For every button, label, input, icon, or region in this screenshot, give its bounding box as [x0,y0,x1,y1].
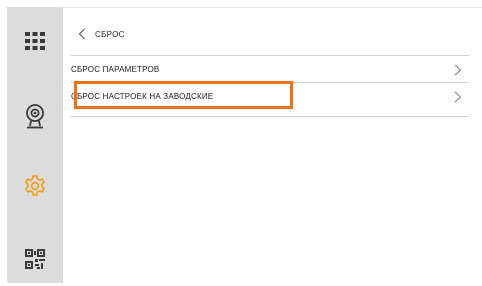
chevron-left-icon[interactable] [75,27,89,41]
sidebar [7,7,63,283]
menu-item-factory-reset[interactable]: СБРОС НАСТРОЕК НА ЗАВОДСКИЕ [70,82,469,110]
sidebar-item-camera[interactable] [7,93,63,141]
page-title: СБРОС [95,29,125,39]
sidebar-item-settings[interactable] [7,162,63,210]
grid-icon [25,32,45,50]
menu-item-label: СБРОС ПАРАМЕТРОВ [71,65,160,74]
back-navigation[interactable]: СБРОС [75,23,125,45]
sidebar-item-apps[interactable] [7,17,63,65]
content-panel: СБРОС СБРОС ПАРАМЕТРОВ СБРОС НАСТРОЕК НА… [63,7,482,283]
chevron-right-icon [453,63,463,76]
menu-item-reset-parameters[interactable]: СБРОС ПАРАМЕТРОВ [70,55,469,83]
settings-window: СБРОС СБРОС ПАРАМЕТРОВ СБРОС НАСТРОЕК НА… [0,0,482,286]
divider [70,116,469,117]
menu-item-label: СБРОС НАСТРОЕК НА ЗАВОДСКИЕ [71,92,214,101]
gear-icon [23,174,47,198]
sidebar-item-qr[interactable] [7,235,63,283]
qr-code-icon [25,249,45,269]
chevron-right-icon [453,90,463,103]
divider [63,7,482,8]
webcam-icon [25,104,45,130]
